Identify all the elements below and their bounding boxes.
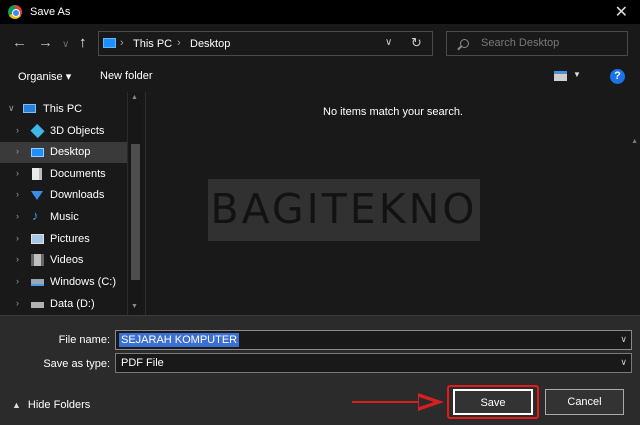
sidebar-item-pictures[interactable]: › Pictures <box>0 229 127 250</box>
sidebar-item-windows-c[interactable]: › Windows (C:) <box>0 272 127 293</box>
search-icon <box>460 39 469 48</box>
sidebar-item-label: Downloads <box>50 189 105 201</box>
expand-chevron-icon[interactable]: › <box>16 254 19 264</box>
breadcrumb-this-pc[interactable]: This PC <box>133 38 172 50</box>
save-as-type-select[interactable]: PDF File ∨ <box>115 353 632 373</box>
annotation-arrow-head-inner <box>419 397 434 407</box>
save-as-type-value: PDF File <box>121 357 164 369</box>
desktop-icon <box>31 148 44 157</box>
film-icon <box>31 254 44 266</box>
address-bar[interactable]: › This PC › Desktop ∨ ↻ <box>98 31 433 56</box>
file-name-dropdown-chevron-icon[interactable]: ∨ <box>620 334 627 345</box>
collapse-chevron-icon[interactable]: ∨ <box>8 103 15 114</box>
save-as-type-chevron-icon[interactable]: ∨ <box>620 357 627 368</box>
search-placeholder: Search Desktop <box>481 37 560 49</box>
save-as-type-label: Save as type: <box>43 358 110 370</box>
expand-chevron-icon[interactable]: › <box>16 189 19 199</box>
sidebar-item-label: Data (D:) <box>50 298 95 310</box>
cube-icon <box>30 123 45 139</box>
file-name-value[interactable]: SEJARAH KOMPUTER <box>119 333 240 347</box>
sidebar-item-this-pc[interactable]: ∨ This PC <box>0 99 127 120</box>
file-name-field[interactable]: SEJARAH KOMPUTER ∨ <box>115 330 632 350</box>
sidebar-item-label: Windows (C:) <box>50 276 117 288</box>
sidebar-item-label: Documents <box>50 168 106 180</box>
close-icon[interactable]: ✕ <box>615 2 628 22</box>
recent-locations-chevron-icon[interactable]: ∨ <box>62 37 69 53</box>
sidebar-item-documents[interactable]: › Documents <box>0 164 127 185</box>
watermark-text: BAGITEKNO <box>210 185 478 233</box>
computer-icon <box>103 38 116 48</box>
sidebar-scrollbar-thumb[interactable] <box>131 144 140 280</box>
expand-chevron-icon[interactable]: › <box>16 146 19 156</box>
hide-folders-button[interactable]: ▲ Hide Folders <box>12 399 90 411</box>
organise-menu-button[interactable]: Organise ▾ <box>18 70 71 83</box>
breadcrumb-desktop[interactable]: Desktop <box>190 38 230 50</box>
view-options-icon[interactable] <box>554 71 567 81</box>
sidebar-item-downloads[interactable]: › Downloads <box>0 185 127 206</box>
sidebar-item-label: Videos <box>50 254 84 266</box>
search-input[interactable]: Search Desktop <box>446 31 628 56</box>
expand-chevron-icon[interactable]: › <box>16 211 19 221</box>
forward-arrow-icon[interactable]: → <box>38 35 53 51</box>
title-bar: Save As ✕ <box>0 0 640 24</box>
file-name-label: File name: <box>58 334 110 346</box>
navigation-bar: ← → ∨ ↑ › This PC › Desktop ∨ ↻ Search D… <box>0 24 640 64</box>
expand-chevron-icon[interactable]: › <box>16 276 19 286</box>
drive-icon <box>31 279 44 286</box>
download-icon <box>31 191 43 200</box>
refresh-icon[interactable]: ↻ <box>411 35 422 51</box>
help-icon[interactable]: ? <box>610 69 625 84</box>
file-list-area[interactable]: No items match your search. ▲ BAGITEKNO <box>146 92 640 315</box>
command-toolbar: Organise ▾ New folder ▼ ? <box>0 64 640 90</box>
drive-icon <box>31 302 44 308</box>
new-folder-button[interactable]: New folder <box>100 70 153 82</box>
sidebar-item-label: Music <box>50 211 79 223</box>
hide-folders-label: Hide Folders <box>27 399 91 411</box>
document-icon <box>32 168 42 180</box>
watermark: BAGITEKNO <box>208 179 480 241</box>
address-history-chevron-icon[interactable]: ∨ <box>385 37 392 48</box>
sidebar-item-desktop[interactable]: › Desktop <box>0 142 127 163</box>
expand-chevron-icon[interactable]: › <box>16 125 19 135</box>
sidebar-item-videos[interactable]: › Videos <box>0 250 127 271</box>
picture-icon <box>31 234 44 244</box>
navigation-pane: ∨ This PC › 3D Objects › Desktop › Docum… <box>0 92 145 315</box>
chevron-up-icon: ▲ <box>12 400 21 410</box>
chrome-icon <box>8 5 22 19</box>
sidebar-item-data-d[interactable]: › Data (D:) <box>0 294 127 315</box>
save-button[interactable]: Save <box>453 389 533 415</box>
scroll-up-icon[interactable]: ▲ <box>631 138 638 145</box>
scroll-down-icon[interactable]: ▼ <box>131 303 138 310</box>
sidebar-item-3d-objects[interactable]: › 3D Objects <box>0 121 127 142</box>
expand-chevron-icon[interactable]: › <box>16 168 19 178</box>
view-options-chevron-icon[interactable]: ▼ <box>573 70 581 79</box>
scroll-up-icon[interactable]: ▲ <box>131 94 138 101</box>
up-arrow-icon[interactable]: ↑ <box>79 35 87 51</box>
expand-chevron-icon[interactable]: › <box>16 233 19 243</box>
sidebar-item-label: Pictures <box>50 233 90 245</box>
music-note-icon: ♪ <box>32 208 39 223</box>
window-title: Save As <box>30 6 71 18</box>
sidebar-item-label: Desktop <box>50 146 91 158</box>
breadcrumb-separator-icon: › <box>120 37 124 49</box>
breadcrumb-separator-icon: › <box>177 37 181 49</box>
expand-chevron-icon[interactable]: › <box>16 298 19 308</box>
empty-state-message: No items match your search. <box>323 106 463 118</box>
computer-icon <box>23 104 36 113</box>
save-options-panel: File name: SEJARAH KOMPUTER ∨ Save as ty… <box>0 315 640 425</box>
sidebar-item-label: 3D Objects <box>50 125 105 137</box>
sidebar-item-music[interactable]: › ♪ Music <box>0 207 127 228</box>
back-arrow-icon[interactable]: ← <box>12 35 27 51</box>
cancel-button[interactable]: Cancel <box>545 389 624 415</box>
sidebar-item-label: This PC <box>43 103 83 115</box>
